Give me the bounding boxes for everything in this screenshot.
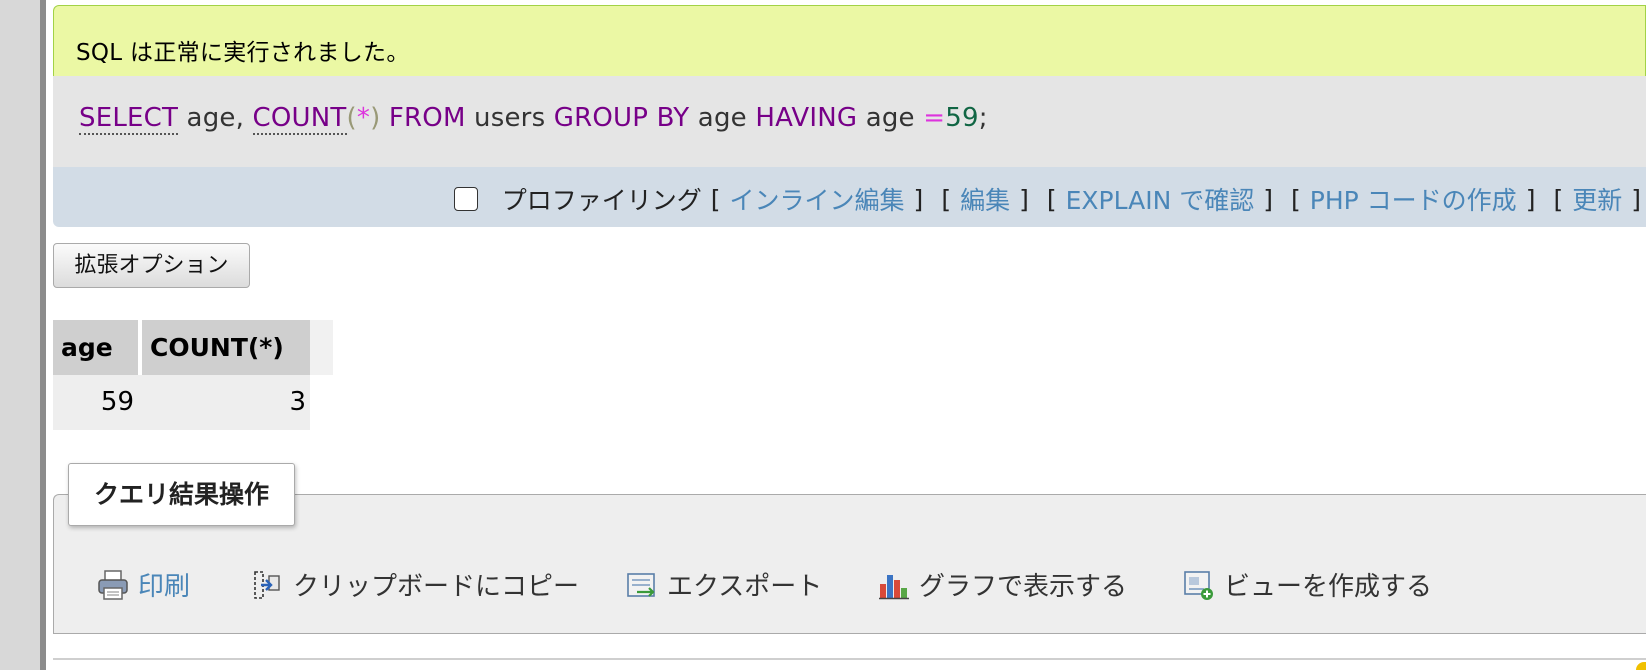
sql-query-text: SELECT age, COUNT(*) FROM users GROUP BY… <box>79 103 988 135</box>
sql-token: HAVING <box>755 103 858 133</box>
copy-to-clipboard-link[interactable]: クリップボードにコピー <box>251 566 579 603</box>
sql-query-display: SELECT age, COUNT(*) FROM users GROUP BY… <box>53 76 1646 167</box>
sql-token: users <box>465 103 554 133</box>
profiling-label: プロファイリング <box>501 186 702 215</box>
php-code-link[interactable]: PHP コードの作成 <box>1310 181 1517 217</box>
sql-token: 59 <box>945 103 979 133</box>
sql-token: age <box>857 103 924 133</box>
bracket: ] <box>1525 184 1536 214</box>
panel-resize-handle[interactable] <box>40 0 46 670</box>
bar-chart-icon <box>879 574 909 599</box>
create-view-label: ビューを作成する <box>1224 572 1433 602</box>
bracket: ] <box>913 184 924 214</box>
sql-token[interactable]: COUNT <box>252 103 347 135</box>
operations-legend: クエリ結果操作 <box>68 463 295 526</box>
create-view-icon <box>1184 570 1213 600</box>
sql-token: GROUP BY <box>553 103 690 133</box>
sql-token: * <box>356 103 371 133</box>
print-link[interactable]: 印刷 <box>96 566 190 603</box>
extended-options-button[interactable]: 拡張オプション <box>53 243 250 288</box>
bracket: ] <box>1263 184 1274 214</box>
sql-token: ; <box>978 103 988 133</box>
create-view-link[interactable]: ビューを作成する <box>1182 566 1432 603</box>
display-chart-link[interactable]: グラフで表示する <box>877 566 1127 603</box>
bracket: [ <box>1553 184 1564 214</box>
bracket: [ <box>941 184 952 214</box>
export-icon <box>627 572 655 597</box>
edit-link[interactable]: 編集 <box>960 181 1010 217</box>
query-result-area: SQL は正常に実行されました。 SELECT age, COUNT(*) FR… <box>53 0 1646 670</box>
print-label: 印刷 <box>138 572 191 602</box>
column-header-age[interactable]: age <box>53 320 140 375</box>
table-row: 59 3 <box>53 375 310 430</box>
sql-token: age, <box>178 103 253 133</box>
refresh-link[interactable]: 更新 <box>1572 181 1622 217</box>
profiling-checkbox[interactable] <box>453 187 478 211</box>
inline-edit-link[interactable]: インライン編集 <box>730 181 905 217</box>
sql-token[interactable]: SELECT <box>79 103 179 135</box>
header-spacer <box>310 320 333 375</box>
copy-label: クリップボードにコピー <box>293 572 580 602</box>
bracket: ] <box>1631 184 1641 214</box>
explain-link[interactable]: EXPLAIN で確認 <box>1066 181 1255 217</box>
bracket: [ <box>1291 184 1301 214</box>
export-link[interactable]: エクスポート <box>625 566 822 603</box>
export-label: エクスポート <box>667 572 823 602</box>
cell-count[interactable]: 3 <box>142 375 306 430</box>
success-message: SQL は正常に実行されました。 <box>53 5 1646 76</box>
sql-token: ( <box>346 103 357 133</box>
left-panel-edge <box>0 0 40 670</box>
printer-icon <box>98 569 128 600</box>
column-header-count[interactable]: COUNT(*) <box>142 320 310 375</box>
sql-token: = <box>923 103 946 133</box>
query-toolbar: プロファイリング [ インライン編集 ] [ 編集 ] [ EXPLAIN で確… <box>53 167 1646 227</box>
sql-token: ) <box>370 103 381 133</box>
table-header-row: age COUNT(*) <box>53 320 333 375</box>
bracket: ] <box>1019 184 1029 214</box>
success-message-text: SQL は正常に実行されました。 <box>76 40 410 66</box>
sql-token: FROM <box>380 103 466 133</box>
cell-age[interactable]: 59 <box>53 375 134 430</box>
section-divider <box>53 658 1646 660</box>
bracket: [ <box>710 184 721 214</box>
chart-label: グラフで表示する <box>919 572 1128 602</box>
bracket: [ <box>1046 184 1057 214</box>
clipboard-copy-icon <box>254 570 280 599</box>
sql-token: age <box>689 103 756 133</box>
